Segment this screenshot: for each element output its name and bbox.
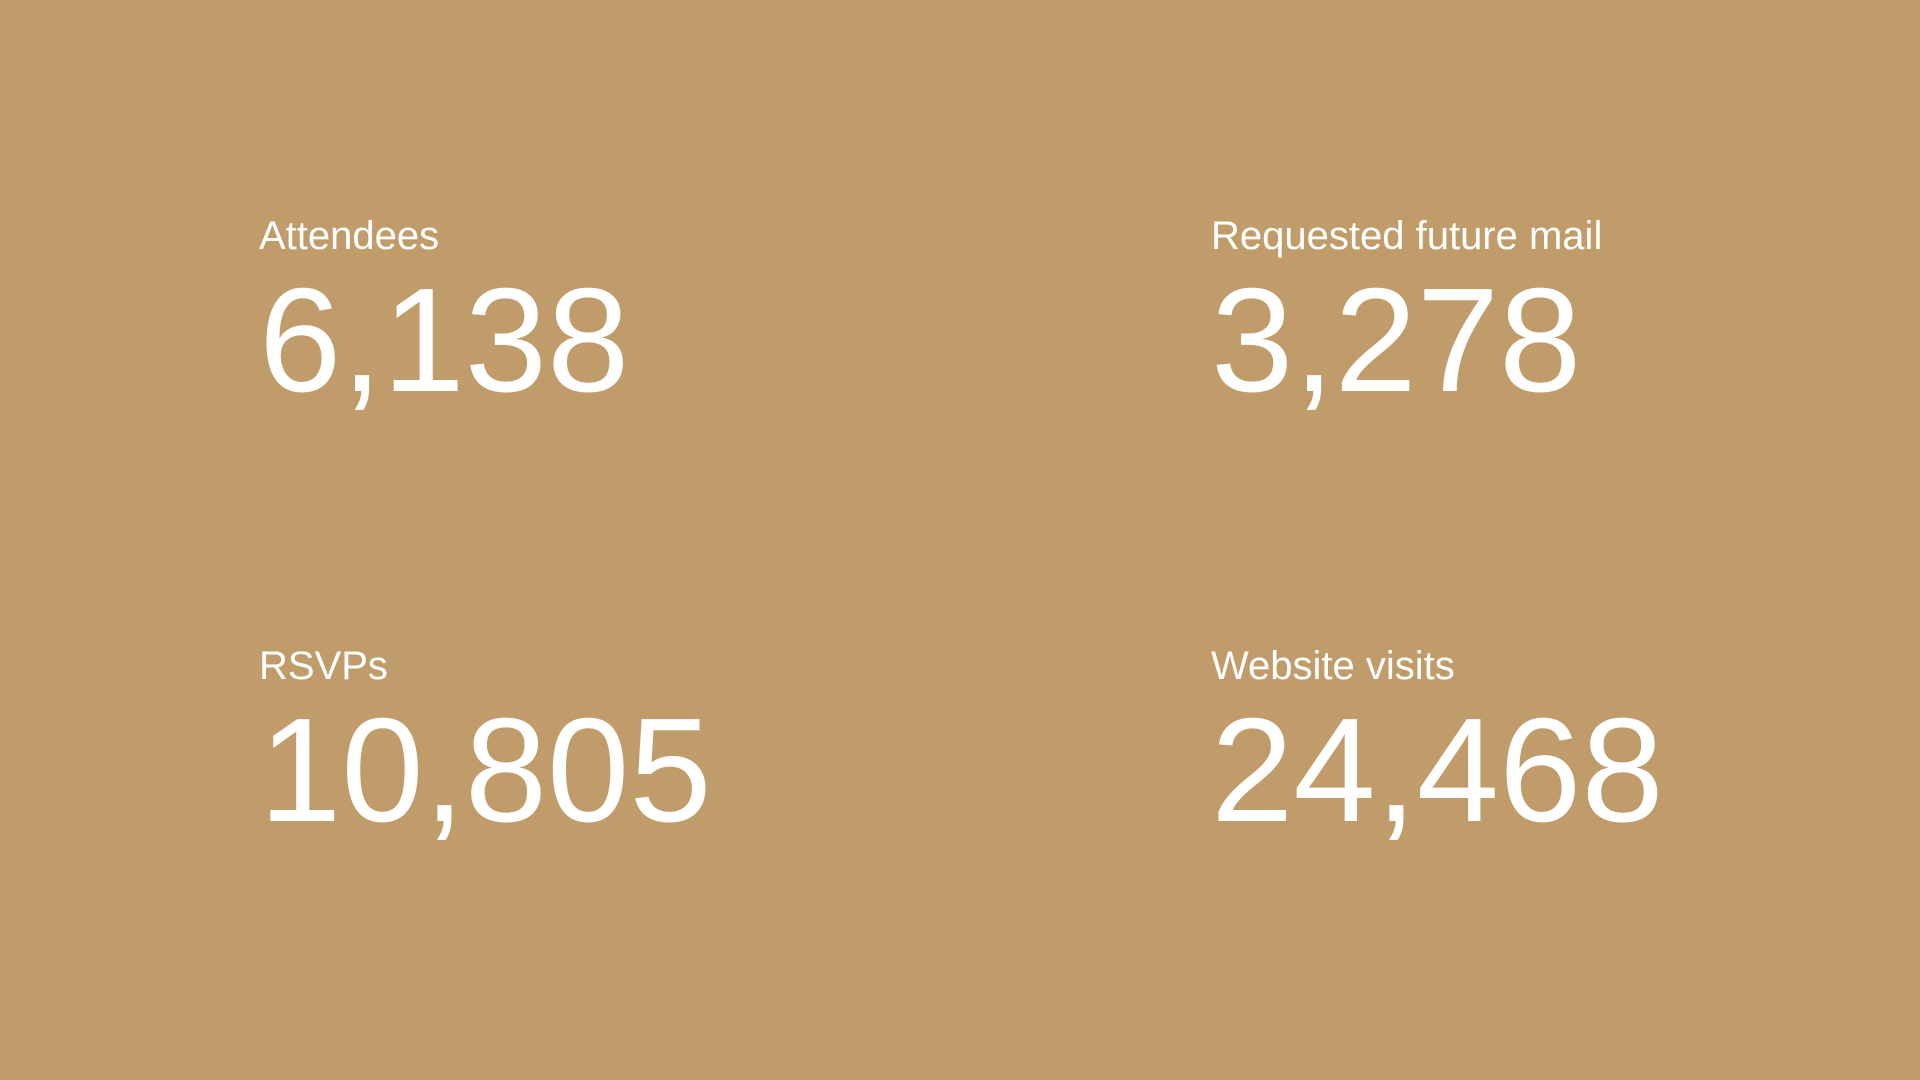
stats-slide: Attendees 6,138 Requested future mail 3,… (0, 0, 1920, 1080)
stat-label: Attendees (259, 214, 440, 258)
stat-value: 24,468 (1211, 688, 1664, 853)
stat-rsvps: RSVPs 10,805 (259, 644, 959, 846)
stat-label: Requested future mail (1211, 214, 1603, 258)
stat-website-visits: Website visits 24,468 (1211, 644, 1911, 846)
stat-value: 3,278 (1211, 258, 1582, 423)
stat-requested-future-mail: Requested future mail 3,278 (1211, 214, 1911, 416)
stat-value: 6,138 (259, 258, 630, 423)
stat-label: Website visits (1211, 644, 1455, 688)
stat-attendees: Attendees 6,138 (259, 214, 959, 416)
stat-label: RSVPs (259, 644, 388, 688)
stat-value: 10,805 (259, 688, 712, 853)
